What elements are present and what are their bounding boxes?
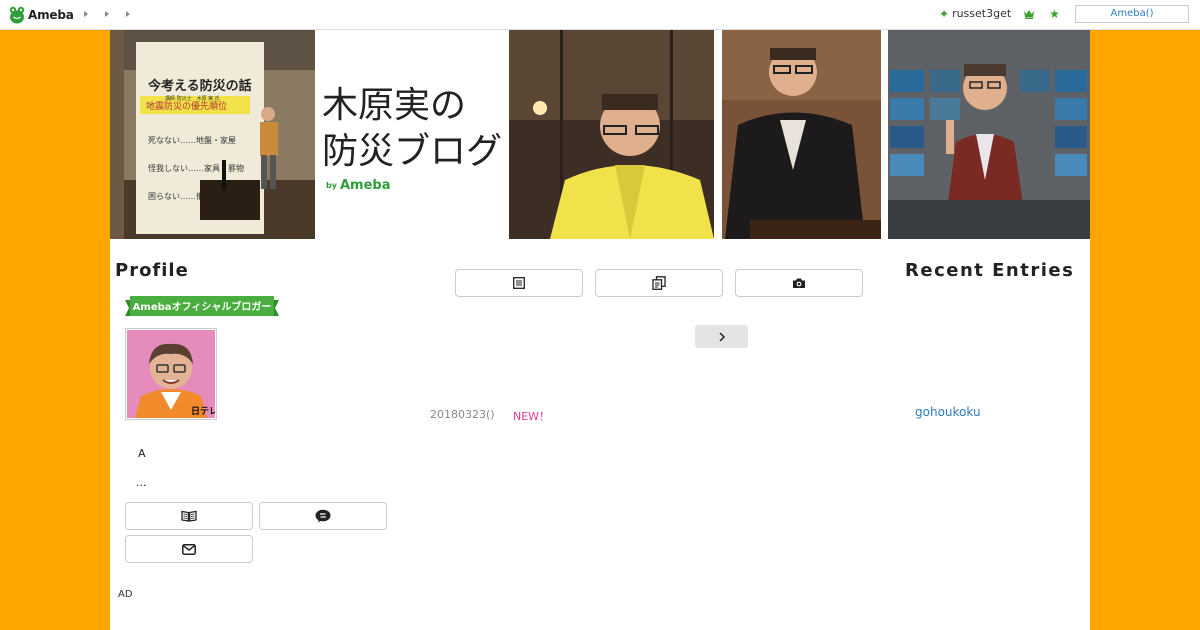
frog-logo-icon [9, 6, 25, 24]
tab-entry-list[interactable] [455, 269, 583, 297]
official-blogger-badge[interactable]: Amebaオフィシャルブロガー [125, 296, 279, 320]
slide-item-a: 死なない……地盤・家屋 [148, 135, 236, 145]
star-icon[interactable]: ★ [1049, 7, 1060, 21]
blog-title-line2: 防災ブログ [322, 131, 502, 172]
nav-arrow-2[interactable] [105, 10, 111, 20]
ameba-logo[interactable]: Ameba [9, 5, 74, 25]
slide-title: 今考える防災の話 [147, 78, 252, 94]
avatar-logo-text: 日テレ [191, 406, 215, 417]
slide-subtitle: 講師 防災士 木原 実 氏 [165, 95, 220, 102]
official-badge-text: Amebaオフィシャルブロガー [133, 300, 272, 313]
slide-item-b: 怪我しない……家具・罫物 [148, 163, 244, 173]
blog-page: 今考える防災の話 講師 防災士 木原 実 氏 地震防災の優先順位 死なない……地… [110, 30, 1090, 630]
breadcrumb [84, 10, 132, 20]
chevron-right-icon [718, 331, 725, 342]
crown-icon[interactable] [1023, 8, 1035, 20]
tab-theme-list[interactable] [595, 269, 723, 297]
username-link[interactable]: russet3get [952, 7, 1011, 21]
profile-text: A [138, 447, 146, 460]
ad-label: AD [118, 589, 133, 600]
nav-arrow-1[interactable] [84, 10, 90, 20]
recent-entry-link[interactable]: gohoukoku [915, 405, 981, 419]
ameba-global-header: Ameba ✦ russet3get ★ Ameba() [0, 0, 1200, 30]
blog-title-line1: 木原実の [322, 85, 466, 126]
header-photo-kimono [714, 30, 881, 239]
avatar-image: 日テレ [127, 330, 218, 418]
profile-more-link[interactable]: ... [136, 476, 147, 489]
new-badge: NEW！ [513, 410, 551, 423]
nav-arrow-icon [105, 11, 109, 17]
slide-heading: 地震防災の優先順位 [146, 100, 227, 112]
nav-arrow-icon [84, 11, 88, 17]
next-page-button[interactable] [695, 325, 748, 348]
header-photo-studio [881, 30, 1090, 239]
profile-blog-button[interactable] [125, 502, 253, 530]
header-title-panel: 木原実の 防災ブログ by Ameba [315, 30, 509, 239]
nav-arrow-3[interactable] [126, 10, 132, 20]
copy-icon [652, 276, 666, 290]
tab-image-list[interactable] [735, 269, 863, 297]
avatar[interactable]: 日テレ [125, 328, 218, 420]
entry-date: 20180323() [430, 408, 495, 421]
nav-arrow-icon [126, 11, 130, 17]
profile-heading: Profile [115, 260, 189, 281]
camera-icon [793, 278, 805, 288]
by-text: by [326, 181, 338, 190]
chat-icon [315, 509, 331, 523]
ameba-menu-button[interactable]: Ameba() [1075, 5, 1189, 23]
profile-message-button[interactable] [259, 502, 387, 530]
blog-header-banner[interactable]: 今考える防災の話 講師 防災士 木原 実 氏 地震防災の優先順位 死なない……地… [110, 30, 1090, 239]
book-icon [181, 510, 197, 522]
logo-text: Ameba [28, 8, 74, 22]
user-area: ✦ russet3get ★ [939, 7, 1060, 21]
header-photo-lecture: 今考える防災の話 講師 防災士 木原 実 氏 地震防災の優先順位 死なない……地… [110, 30, 315, 239]
recent-entries-heading: Recent Entries [905, 260, 1075, 281]
ameba-brand: Ameba [340, 178, 391, 193]
sparkle-icon: ✦ [939, 7, 950, 21]
list-icon [513, 277, 525, 289]
header-photo-outdoor [509, 30, 714, 239]
mail-icon [182, 543, 196, 555]
profile-mail-button[interactable] [125, 535, 253, 563]
